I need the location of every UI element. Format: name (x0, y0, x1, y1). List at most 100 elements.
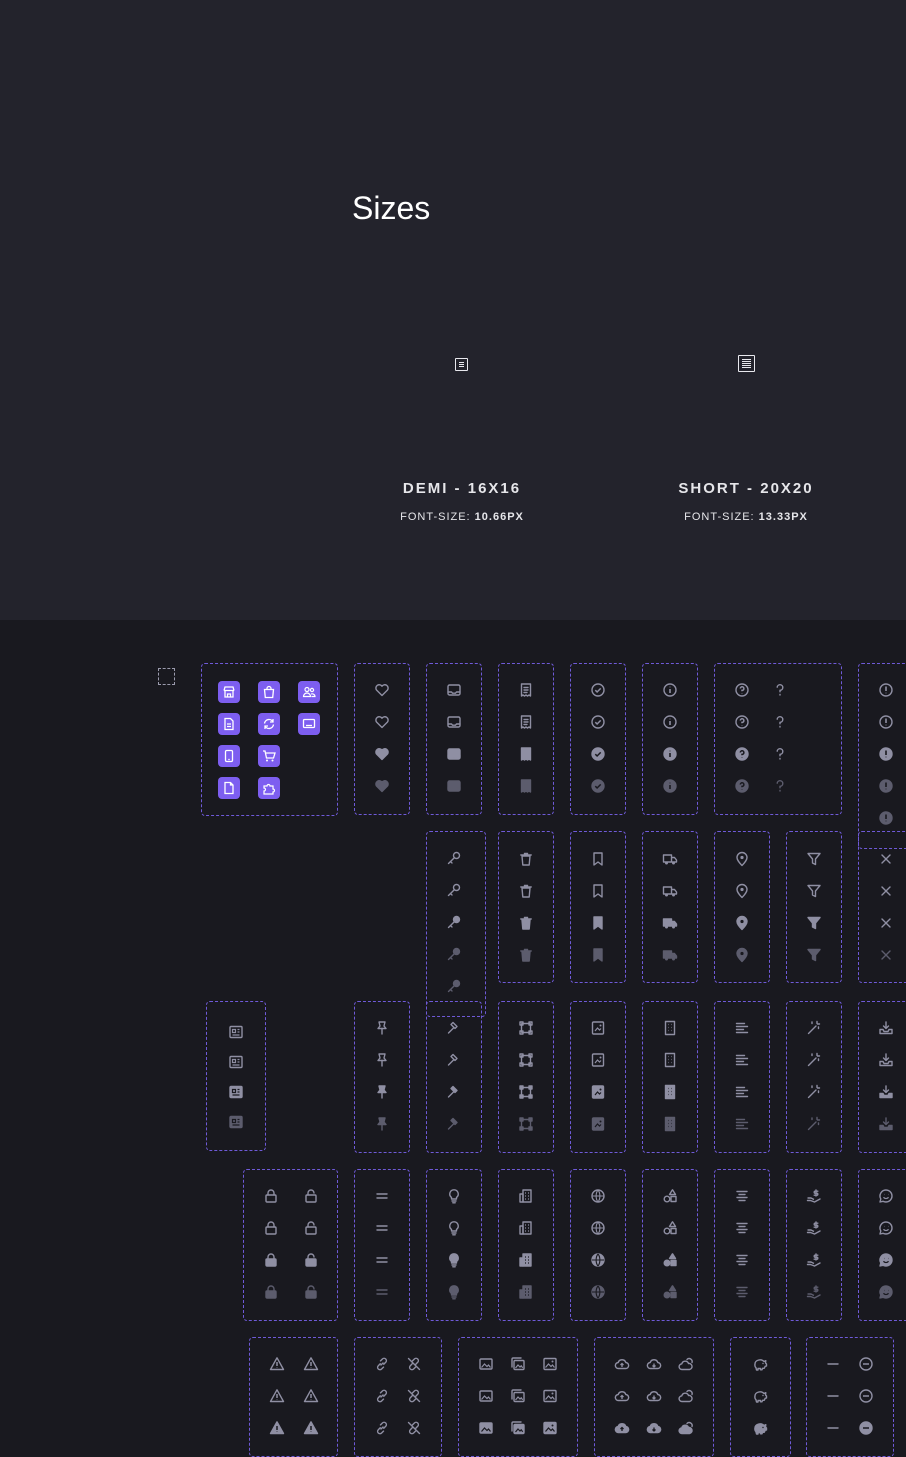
chat-smile-icon[interactable] (878, 1220, 894, 1236)
check-circle-icon[interactable] (590, 746, 606, 762)
inbox-icon[interactable] (446, 682, 462, 698)
filter-icon[interactable] (806, 915, 822, 931)
image-icon[interactable] (478, 1388, 494, 1404)
question-circle-icon[interactable] (734, 746, 750, 762)
image-frame-icon[interactable] (590, 1020, 606, 1036)
images-icon[interactable] (510, 1356, 526, 1372)
download-tray-icon[interactable] (878, 1052, 894, 1068)
unlink-icon[interactable] (406, 1388, 422, 1404)
magic-wand-icon[interactable] (806, 1084, 822, 1100)
inbox-icon[interactable] (446, 778, 462, 794)
exclamation-circle-icon[interactable] (878, 714, 894, 730)
close-icon[interactable] (878, 883, 894, 899)
lock-icon[interactable] (263, 1188, 279, 1204)
images-icon[interactable] (510, 1388, 526, 1404)
shapes-icon[interactable] (662, 1220, 678, 1236)
image-frame-icon[interactable] (590, 1084, 606, 1100)
info-circle-icon[interactable] (662, 682, 678, 698)
lock-icon[interactable] (263, 1284, 279, 1300)
inbox-icon[interactable] (446, 746, 462, 762)
magic-wand-icon[interactable] (806, 1052, 822, 1068)
globe-icon[interactable] (590, 1188, 606, 1204)
receipt-icon[interactable] (518, 778, 534, 794)
hand-dollar-icon[interactable] (806, 1252, 822, 1268)
lightbulb-icon[interactable] (446, 1220, 462, 1236)
filter-icon[interactable] (806, 851, 822, 867)
newspaper-icon[interactable] (228, 1024, 244, 1040)
heart-icon[interactable] (374, 778, 390, 794)
lock-icon[interactable] (263, 1252, 279, 1268)
align-center-icon[interactable] (734, 1284, 750, 1300)
receipt-icon[interactable] (518, 682, 534, 698)
receipt-icon[interactable] (518, 746, 534, 762)
download-tray-icon[interactable] (878, 1116, 894, 1132)
office-icon[interactable] (518, 1220, 534, 1236)
cloud-download-icon[interactable] (646, 1356, 662, 1372)
filter-icon[interactable] (806, 883, 822, 899)
exclamation-circle-icon[interactable] (878, 682, 894, 698)
puzzle-icon[interactable] (258, 777, 280, 799)
truck-icon[interactable] (662, 883, 678, 899)
heart-icon[interactable] (374, 682, 390, 698)
question-circle-icon[interactable] (734, 714, 750, 730)
piggy-bank-icon[interactable] (752, 1388, 768, 1404)
trash-icon[interactable] (518, 883, 534, 899)
align-left-icon[interactable] (734, 1116, 750, 1132)
equals-icon[interactable] (374, 1252, 390, 1268)
unlock-icon[interactable] (303, 1252, 319, 1268)
lightbulb-icon[interactable] (446, 1188, 462, 1204)
building-icon[interactable] (662, 1084, 678, 1100)
check-circle-icon[interactable] (590, 682, 606, 698)
image-frame-icon[interactable] (590, 1116, 606, 1132)
document-icon[interactable] (218, 713, 240, 735)
question-icon[interactable] (772, 746, 788, 762)
link-icon[interactable] (374, 1420, 390, 1436)
warning-icon[interactable] (303, 1356, 319, 1372)
align-left-icon[interactable] (734, 1084, 750, 1100)
cloud-sun-icon[interactable] (678, 1356, 694, 1372)
refresh-icon[interactable] (258, 713, 280, 735)
users-icon[interactable] (298, 681, 320, 703)
link-icon[interactable] (374, 1356, 390, 1372)
vector-icon[interactable] (518, 1052, 534, 1068)
globe-icon[interactable] (590, 1284, 606, 1300)
cart-icon[interactable] (258, 745, 280, 767)
office-icon[interactable] (518, 1284, 534, 1300)
unlock-icon[interactable] (303, 1188, 319, 1204)
magic-wand-icon[interactable] (806, 1020, 822, 1036)
close-icon[interactable] (878, 851, 894, 867)
bookmark-icon[interactable] (590, 915, 606, 931)
minus-icon[interactable] (825, 1356, 841, 1372)
truck-icon[interactable] (662, 947, 678, 963)
lock-icon[interactable] (263, 1220, 279, 1236)
pin-icon[interactable] (374, 1020, 390, 1036)
align-center-icon[interactable] (734, 1252, 750, 1268)
image-frame-icon[interactable] (590, 1052, 606, 1068)
vector-icon[interactable] (518, 1116, 534, 1132)
globe-icon[interactable] (590, 1252, 606, 1268)
check-circle-icon[interactable] (590, 714, 606, 730)
align-center-icon[interactable] (734, 1188, 750, 1204)
heart-icon[interactable] (374, 714, 390, 730)
download-tray-icon[interactable] (878, 1020, 894, 1036)
gallery-icon[interactable] (542, 1420, 558, 1436)
images-icon[interactable] (510, 1420, 526, 1436)
hand-dollar-icon[interactable] (806, 1220, 822, 1236)
piggy-bank-icon[interactable] (752, 1356, 768, 1372)
office-icon[interactable] (518, 1188, 534, 1204)
chat-smile-icon[interactable] (878, 1252, 894, 1268)
map-pin-icon[interactable] (734, 947, 750, 963)
lightbulb-icon[interactable] (446, 1252, 462, 1268)
image-icon[interactable] (478, 1420, 494, 1436)
key-icon[interactable] (446, 946, 462, 962)
question-icon[interactable] (772, 682, 788, 698)
hand-dollar-icon[interactable] (806, 1188, 822, 1204)
pin-icon[interactable] (374, 1084, 390, 1100)
shapes-icon[interactable] (662, 1188, 678, 1204)
question-circle-icon[interactable] (734, 778, 750, 794)
chat-smile-icon[interactable] (878, 1284, 894, 1300)
cloud-upload-icon[interactable] (614, 1420, 630, 1436)
building-icon[interactable] (662, 1020, 678, 1036)
gallery-icon[interactable] (542, 1388, 558, 1404)
image-icon[interactable] (478, 1356, 494, 1372)
